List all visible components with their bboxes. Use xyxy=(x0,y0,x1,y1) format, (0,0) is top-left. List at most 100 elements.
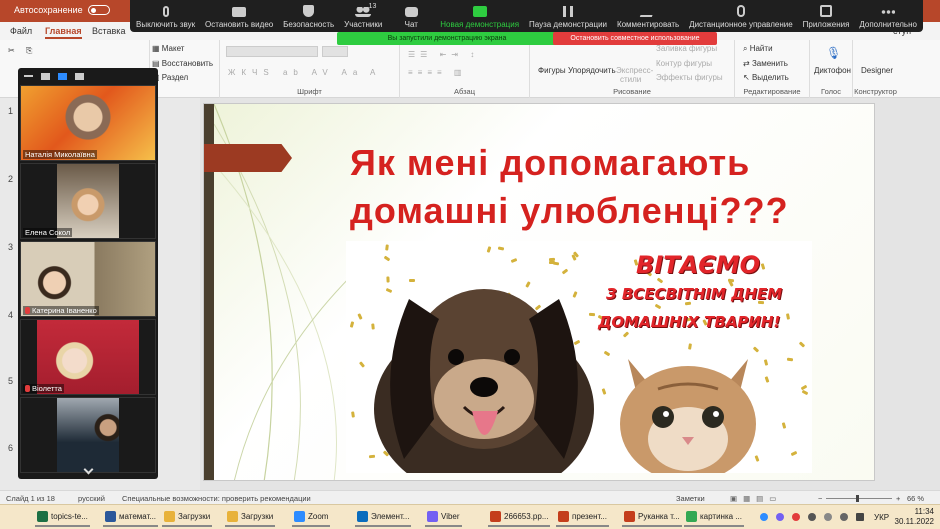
zoom-button-label: Безопасность xyxy=(283,20,335,29)
paragraph-group-label: Абзац xyxy=(453,87,476,96)
view-buttons[interactable]: ▣▦▤▭ xyxy=(730,494,782,503)
replace-label: Заменить xyxy=(751,59,788,68)
zoom-button-apps[interactable]: Приложения xyxy=(803,0,849,32)
paste-icon[interactable]: ✂ xyxy=(8,46,15,55)
zoom-in-icon[interactable]: + xyxy=(896,494,900,503)
stop-sharing-button[interactable]: Остановить совместное использование xyxy=(553,32,717,45)
font-format-icons[interactable]: ЖКЧS ab AV Aa xyxy=(228,68,363,77)
font-name-field[interactable] xyxy=(226,46,318,57)
designer-button[interactable]: Designer xyxy=(861,66,893,75)
accessibility-check[interactable]: Специальные возможности: проверить реком… xyxy=(122,494,311,503)
share-screen-icon xyxy=(472,6,487,17)
replace-button[interactable]: ⇄ Заменить xyxy=(743,59,788,68)
strip-view-icon[interactable] xyxy=(58,72,67,80)
battery-icon[interactable] xyxy=(856,513,864,521)
zoom-gallery: Наталія Миколаївна Елена Сокол Катерина Ів… xyxy=(18,68,158,479)
autosave-toggle[interactable]: Автосохранение xyxy=(14,5,110,15)
taskbar-app-button[interactable]: Элемент... xyxy=(355,508,412,527)
taskbar-app-button[interactable]: картинка ... xyxy=(684,508,744,527)
participant-name: Катерина Іваненко xyxy=(32,306,97,315)
grid-view-icon[interactable] xyxy=(75,72,84,80)
zoom-button-camera[interactable]: Остановить видео xyxy=(205,0,273,32)
font-color-icon[interactable]: A xyxy=(370,68,375,77)
current-slide[interactable]: Як мені допомагають домашні улюбленці???… xyxy=(203,103,875,481)
zoom-button-label: Дистанционное управление xyxy=(689,20,793,29)
copy-icon[interactable]: ⎘ xyxy=(26,46,32,56)
tab-insert[interactable]: Вставка xyxy=(92,26,125,36)
taskbar-app-button[interactable]: Viber xyxy=(425,508,462,527)
taskbar-app-button[interactable]: Руканка т... xyxy=(622,508,682,527)
slide-number[interactable]: 5 xyxy=(8,376,13,386)
muted-mic-icon xyxy=(25,307,30,314)
slide-number[interactable]: 1 xyxy=(8,106,13,116)
zoom-button-shield[interactable]: Безопасность xyxy=(283,0,334,32)
designer-group-label: Конструктор xyxy=(854,87,897,96)
participant-tile[interactable] xyxy=(20,397,156,473)
layout-button[interactable]: ▦ Макет xyxy=(152,44,184,53)
zoom-button-microphone[interactable]: Выключить звук xyxy=(136,0,195,32)
bluetooth-icon[interactable] xyxy=(808,513,816,521)
taskbar-app-button[interactable]: презент... xyxy=(556,508,609,527)
slide-number[interactable]: 2 xyxy=(8,174,13,184)
shapes-button[interactable]: Фигуры xyxy=(538,66,566,75)
zoom-out-icon[interactable]: − xyxy=(818,494,822,503)
zoom-button-people[interactable]: 13 Участники xyxy=(344,0,382,32)
minimize-icon[interactable] xyxy=(24,75,33,77)
dictate-mic-icon[interactable]: 🎙 xyxy=(826,46,841,60)
gallery-scroll-down[interactable] xyxy=(18,463,158,479)
slide-photo: ВІТАЄМО З ВСЕСВІТНІМ ДНЕМ ДОМАШНІХ ТВАРИ… xyxy=(346,241,812,473)
system-clock[interactable]: 11:34 30.11.2022 xyxy=(895,507,934,527)
zoom-button-share-screen[interactable]: Новая демонстрация xyxy=(440,0,519,32)
zoom-button-remote-control[interactable]: Дистанционное управление xyxy=(689,0,793,32)
tab-file[interactable]: Файл xyxy=(10,26,32,36)
quick-styles-button[interactable]: Экспресс- xyxy=(616,66,653,75)
slide-number[interactable]: 6 xyxy=(8,443,13,453)
participant-tile[interactable]: Катерина Іваненко xyxy=(20,241,156,317)
arrange-button[interactable]: Упорядочить xyxy=(568,66,616,75)
shape-effects-button[interactable]: Эффекты фигуры xyxy=(656,73,723,82)
app-icon xyxy=(686,511,697,522)
confetti-piece xyxy=(350,411,355,419)
taskbar-app-button[interactable]: Загрузки xyxy=(225,508,276,527)
app-icon xyxy=(164,511,175,522)
reset-button[interactable]: ▤ Восстановить xyxy=(152,59,213,68)
taskbar-app-button[interactable]: 266653.pp... xyxy=(488,508,551,527)
language-indicator[interactable]: русский xyxy=(78,494,105,503)
taskbar-app-button[interactable]: математ... xyxy=(103,508,159,527)
select-button[interactable]: ↖ Выделить xyxy=(743,73,789,82)
taskbar-app-button[interactable]: Загрузки xyxy=(162,508,213,527)
find-button[interactable]: ⌕ Найти xyxy=(743,44,773,54)
zoom-button-pause[interactable]: Пауза демонстрации xyxy=(529,0,607,32)
shape-fill-button[interactable]: Заливка фигуры xyxy=(656,44,717,53)
participant-tile[interactable]: Елена Сокол xyxy=(20,163,156,239)
tray-icon[interactable] xyxy=(792,513,800,521)
zoom-button-more[interactable]: Дополнительно xyxy=(859,0,917,32)
shape-outline-button[interactable]: Контур фигуры xyxy=(656,59,712,68)
slide-number[interactable]: 3 xyxy=(8,242,13,252)
zoom-level[interactable]: 66 % xyxy=(907,494,924,503)
toggle-icon[interactable] xyxy=(87,5,110,15)
zoom-slider[interactable] xyxy=(826,495,892,502)
taskbar-app-button[interactable]: Zoom xyxy=(292,508,331,527)
participant-tile[interactable]: Віолетта xyxy=(20,319,156,395)
slide-number[interactable]: 4 xyxy=(8,310,13,320)
align-icons[interactable]: ≡≡≡≡ ▥ xyxy=(408,68,466,77)
app-icon xyxy=(105,511,116,522)
wifi-icon[interactable] xyxy=(824,513,832,521)
volume-icon[interactable] xyxy=(840,513,848,521)
zoom-tray-icon[interactable] xyxy=(760,513,768,521)
notes-button[interactable]: Заметки xyxy=(676,494,705,503)
list-icons[interactable]: ☰☰ ⇤⇥ ↕ xyxy=(408,50,479,59)
single-view-icon[interactable] xyxy=(41,72,50,80)
viber-tray-icon[interactable] xyxy=(776,513,784,521)
greeting-line-3: ДОМАШНІХ ТВАРИН! xyxy=(598,313,781,331)
zoom-button-chat[interactable]: Чат xyxy=(392,0,430,32)
participant-tile[interactable]: Наталія Миколаївна xyxy=(20,85,156,161)
font-size-field[interactable] xyxy=(322,46,348,57)
input-language[interactable]: УКР xyxy=(874,513,889,522)
dictate-button[interactable]: Диктофон xyxy=(814,66,851,75)
confetti-piece xyxy=(799,340,806,348)
tab-home[interactable]: Главная xyxy=(45,26,82,39)
zoom-button-pen[interactable]: Комментировать xyxy=(617,0,679,32)
taskbar-app-button[interactable]: topics-te... xyxy=(35,508,90,527)
